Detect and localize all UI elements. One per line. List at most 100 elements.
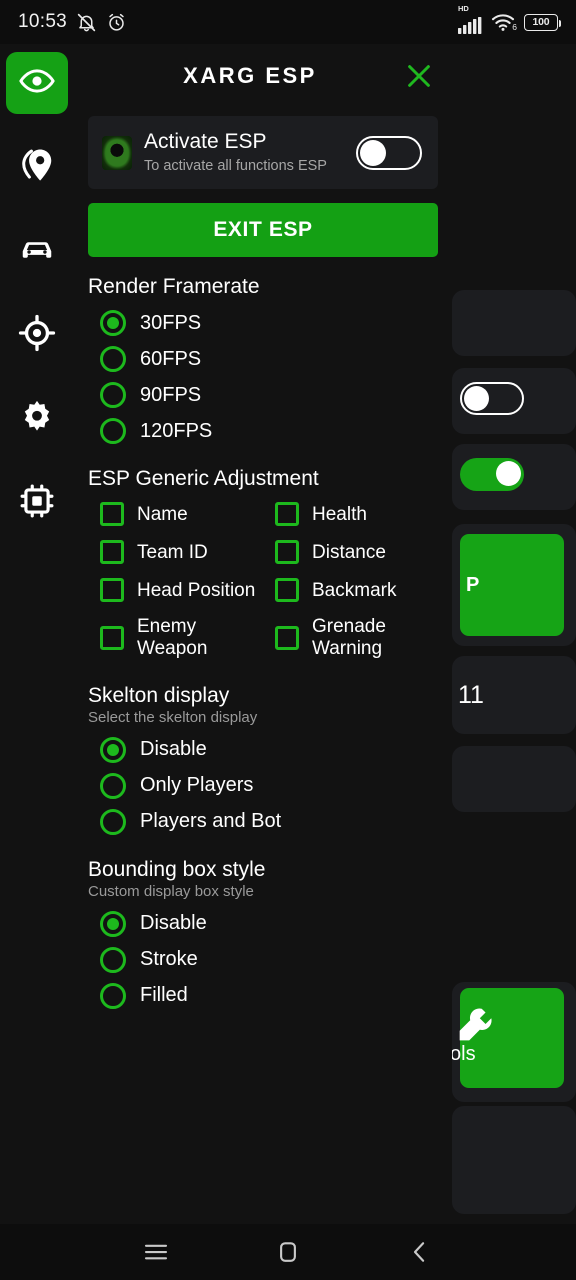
checkbox-option-backmark[interactable]: Backmark (263, 571, 438, 609)
sidebar-rail (0, 44, 74, 1224)
section-bounding-box-style: Bounding box style Custom display box st… (74, 858, 452, 1014)
radio-option-filled[interactable]: Filled (88, 978, 438, 1014)
rail-item-esp[interactable] (6, 52, 68, 114)
rail-item-settings[interactable] (6, 388, 68, 450)
eye-icon (18, 62, 56, 105)
rail-item-location[interactable] (6, 136, 68, 198)
checkbox-indicator (275, 502, 299, 527)
wifi-generation-label: 6 (512, 22, 517, 32)
section-esp-generic-adjustment: ESP Generic Adjustment Name Health Team … (74, 467, 452, 666)
battery-indicator: 100 (524, 13, 561, 31)
status-bar: 10:53 HD 6 100 (0, 0, 576, 44)
bg-toggle-off[interactable] (460, 382, 524, 415)
radio-option-120fps[interactable]: 120FPS (88, 413, 438, 449)
radio-indicator (100, 346, 126, 373)
chevron-left-icon[interactable] (394, 1226, 446, 1278)
bg-tools-button[interactable]: ols (450, 988, 564, 1088)
phone-screen: 10:53 HD 6 100 P 11 ols XARG ESP Activat… (0, 0, 576, 1280)
status-bar-clock: 10:53 (18, 11, 68, 32)
radio-label: Filled (140, 984, 188, 1007)
radio-option-disable[interactable]: Disable (88, 906, 438, 942)
checkbox-indicator (100, 625, 124, 650)
android-navigation-bar (0, 1224, 576, 1280)
radio-indicator (100, 418, 126, 445)
cellular-signal-icon: HD (458, 4, 482, 34)
radio-option-90fps[interactable]: 90FPS (88, 377, 438, 413)
radio-label: Only Players (140, 774, 254, 797)
activate-esp-toggle[interactable] (356, 135, 422, 170)
network-type-label: HD (458, 3, 469, 13)
bg-partial-text: 11 (458, 681, 484, 709)
rail-item-vehicle[interactable] (6, 220, 68, 282)
status-bar-left: 10:53 (18, 11, 127, 33)
checkbox-label: Distance (312, 541, 386, 563)
radio-option-only-players[interactable]: Only Players (88, 768, 438, 804)
radio-label: 60FPS (140, 347, 202, 370)
bg-card-4[interactable]: P (452, 524, 576, 646)
radio-label: 120FPS (140, 419, 213, 442)
skelton-display-options: Disable Only Players Players and Bot (88, 732, 438, 840)
section-skelton-display: Skelton display Select the skelton displ… (74, 684, 452, 840)
rail-item-aim[interactable] (6, 304, 68, 366)
esp-generic-options: Name Health Team ID Distance Head Positi… (88, 495, 438, 666)
checkbox-indicator (275, 578, 299, 603)
close-icon[interactable] (400, 57, 438, 95)
exit-esp-button[interactable]: EXIT ESP (88, 203, 438, 258)
bg-toggle-knob (496, 461, 521, 486)
bg-card-6 (452, 746, 576, 812)
menu-icon[interactable] (130, 1226, 182, 1278)
wrench-icon (459, 1008, 492, 1041)
section-title: Render Framerate (88, 275, 260, 299)
checkbox-option-name[interactable]: Name (88, 495, 263, 533)
checkbox-label: Name (137, 503, 188, 525)
radio-label: Disable (140, 912, 207, 935)
section-title: ESP Generic Adjustment (88, 467, 319, 491)
section-title: Bounding box style (88, 857, 266, 881)
activate-esp-card[interactable]: Activate ESP To activate all functions E… (88, 116, 438, 190)
checkbox-option-enemy-weapon[interactable]: Enemy Weapon (88, 609, 263, 666)
radio-indicator (100, 982, 126, 1009)
page-title: XARG ESP (183, 63, 317, 88)
checkbox-option-grenade-warning[interactable]: Grenade Warning (263, 609, 438, 666)
app-logo-icon (102, 135, 132, 170)
section-title: Skelton display (88, 683, 230, 707)
render-framerate-options: 30FPS 60FPS 90FPS 120FPS (88, 305, 438, 449)
checkbox-option-distance[interactable]: Distance (263, 533, 438, 571)
rail-item-memory[interactable] (6, 472, 68, 534)
radio-indicator (100, 808, 126, 835)
checkbox-option-team-id[interactable]: Team ID (88, 533, 263, 571)
section-subtitle: Custom display box style (88, 882, 254, 900)
bg-tools-label: ols (450, 1043, 476, 1065)
radio-label: Players and Bot (140, 810, 282, 833)
radio-option-60fps[interactable]: 60FPS (88, 341, 438, 377)
radio-option-players-and-bot[interactable]: Players and Bot (88, 804, 438, 840)
bg-card-2[interactable] (452, 368, 576, 434)
radio-option-stroke[interactable]: Stroke (88, 942, 438, 978)
bg-partial-green-button[interactable]: P (460, 534, 564, 636)
checkbox-indicator (275, 540, 299, 565)
checkbox-option-head-position[interactable]: Head Position (88, 571, 263, 609)
checkbox-option-health[interactable]: Health (263, 495, 438, 533)
bg-card-8 (452, 1106, 576, 1214)
bg-card-3[interactable] (452, 444, 576, 510)
bg-card-1 (452, 290, 576, 356)
bg-card-5: 11 (452, 656, 576, 734)
checkbox-indicator (100, 502, 124, 527)
radio-label: 90FPS (140, 383, 202, 406)
checkbox-label: Head Position (137, 579, 256, 601)
radio-indicator (100, 310, 126, 337)
activate-esp-subtitle: To activate all functions ESP (144, 158, 327, 175)
radio-option-30fps[interactable]: 30FPS (88, 305, 438, 341)
checkbox-label: Grenade Warning (312, 616, 386, 659)
home-square-icon[interactable] (262, 1226, 314, 1278)
bg-toggle-on[interactable] (460, 458, 524, 491)
checkbox-label: Health (312, 503, 367, 525)
checkbox-indicator (100, 540, 124, 565)
checkbox-label: Backmark (312, 579, 397, 601)
wifi-icon: 6 (491, 13, 517, 32)
checkbox-indicator (100, 578, 124, 603)
radio-option-disable[interactable]: Disable (88, 732, 438, 768)
location-pin-icon (18, 146, 56, 189)
bell-muted-icon (76, 12, 97, 33)
bg-card-7[interactable]: ols (450, 982, 576, 1102)
